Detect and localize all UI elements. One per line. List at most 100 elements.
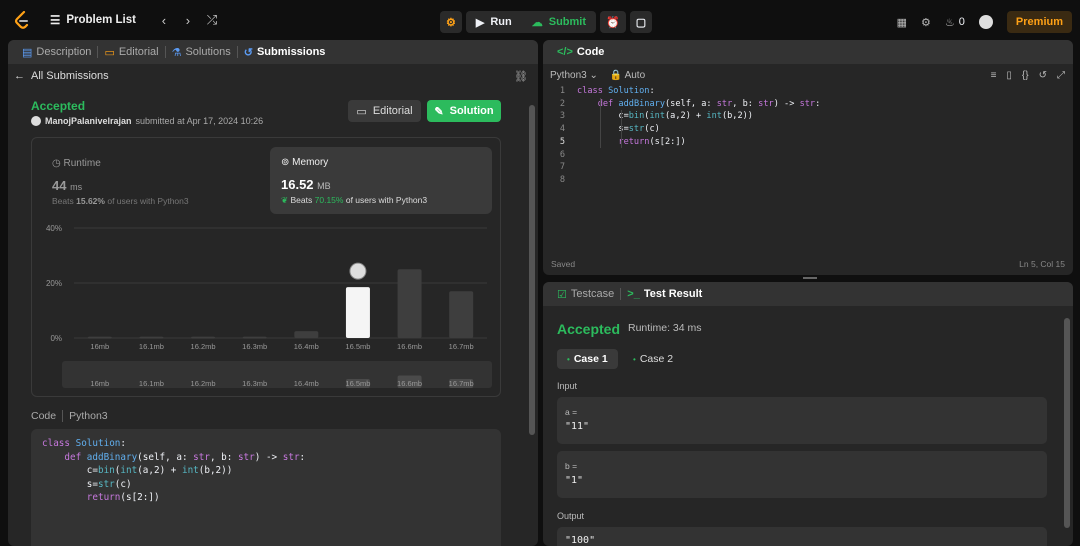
panel-resize-handle[interactable] (803, 277, 817, 279)
scrollbar-thumb[interactable] (529, 105, 535, 435)
terminal-icon: >_ (627, 288, 640, 300)
test-result-panel: ☑ Testcase >_ Test Result Accepted Runtime… (543, 282, 1073, 546)
result-scrollbar[interactable] (1063, 310, 1071, 546)
editor-actions: ≡ ▯ {} ↺ ⤢ (991, 70, 1065, 81)
output-label: Output (557, 511, 585, 521)
case-2-tab[interactable]: • Case 2 (623, 349, 683, 369)
play-icon: ▶ (475, 16, 485, 29)
timer-button[interactable]: ⏰ (600, 11, 626, 33)
prev-problem-chevron-left-icon[interactable]: ‹ (152, 13, 176, 28)
book-icon: ▭ (356, 105, 367, 118)
shuffle-icon[interactable]: ⤮ (200, 12, 224, 28)
memory-card[interactable]: ⊚ Memory 16.52 MB ❦ Beats 70.15% of user… (270, 147, 492, 214)
user-avatar-marker (349, 262, 367, 280)
left-tab-bar: ▤ Description ▭ Editorial ⚗ Solutions ↺ Subm… (8, 40, 538, 64)
username[interactable]: ManojPalanivelrajan (45, 116, 132, 126)
submission-meta: ManojPalanivelrajan submitted at Apr 17,… (31, 116, 263, 126)
run-button[interactable]: ▶ Run (466, 11, 522, 33)
output-box: "100" (557, 527, 1047, 546)
memory-beats: ❦ Beats 70.15% of users with Python3 (281, 195, 428, 205)
list-icon: ☰ (50, 15, 61, 27)
submit-button[interactable]: ☁ Submit (522, 11, 596, 33)
bar (397, 269, 422, 338)
tab-description[interactable]: ▤ Description (16, 46, 97, 59)
tab-submissions[interactable]: ↺ Submissions (238, 46, 332, 59)
flask-icon: ⚗ (171, 46, 182, 59)
edit-icon: ✎ (434, 105, 444, 118)
code-section-header: Code Python3 (31, 410, 108, 422)
line-number: 2 (559, 98, 565, 109)
left-scrollbar[interactable] (528, 90, 536, 540)
line-number: 4 (559, 124, 565, 135)
scrollbar-thumb[interactable] (1064, 318, 1070, 528)
post-solution-button[interactable]: ✎ Solution (427, 100, 501, 122)
book-icon: ▭ (104, 46, 115, 59)
all-submissions-link[interactable]: ← All Submissions (14, 70, 109, 82)
premium-button[interactable]: Premium (1006, 11, 1072, 33)
tab-test-result[interactable]: >_ Test Result (621, 288, 708, 300)
next-problem-chevron-right-icon[interactable]: › (176, 13, 200, 28)
line-number: 7 (559, 162, 565, 173)
settings-gear-icon[interactable]: ⚙ (921, 16, 931, 29)
user-avatar[interactable] (978, 15, 993, 29)
problem-list-button[interactable]: ☰ Problem List (50, 13, 136, 27)
cursor-position: Ln 5, Col 15 (1019, 259, 1065, 269)
reset-icon[interactable]: ↺ (1039, 70, 1047, 81)
pass-dot-icon: • (633, 354, 636, 364)
line-number: 1 (559, 86, 565, 96)
result-tab-bar: ☑ Testcase >_ Test Result (543, 282, 1073, 306)
code-line: class Solution: (42, 438, 126, 449)
language-select[interactable]: Python3 ⌄ (550, 70, 598, 81)
editorial-button[interactable]: ▭ Editorial (348, 100, 421, 122)
share-link-icon[interactable]: ⛓ (514, 70, 528, 83)
bar (294, 331, 319, 338)
auto-mode-toggle[interactable]: 🔒 Auto (610, 70, 645, 81)
notes-button[interactable]: ▢ (629, 11, 653, 33)
bar (345, 287, 370, 338)
editor-code-line: class Solution: (577, 86, 655, 96)
code-line: def addBinary(self, a: str, b: str) -> s… (64, 451, 306, 463)
bookmark-icon[interactable]: ▯ (1006, 70, 1012, 81)
overview-strip (62, 361, 492, 388)
checkbox-icon: ☑ (557, 288, 567, 301)
run-submit-group: ▶ Run ☁ Submit (465, 11, 597, 33)
submitted-code-block[interactable]: class Solution: def addBinary(self, a: s… (31, 429, 501, 546)
chevron-down-icon: ⌄ (589, 70, 598, 81)
code-line: s=str(c) (42, 478, 132, 490)
x-tick-label: 16mb (90, 342, 109, 351)
tab-code[interactable]: </> Code (551, 46, 610, 58)
tab-editorial[interactable]: ▭ Editorial (98, 46, 164, 59)
runtime-beats: Beats 15.62% of users with Python3 (52, 196, 189, 206)
bar (191, 336, 216, 339)
streak-counter[interactable]: ♨ 0 (945, 16, 965, 29)
memory-distribution-chart[interactable]: 40% 20% 0% 16mb 16.1mb 16.2mb 16.3mb 16.4mb 16.5… (32, 218, 502, 398)
lock-icon: 🔒 (609, 70, 623, 81)
layout-grid-icon[interactable]: ▦ (897, 16, 907, 29)
indent-guide (620, 110, 622, 149)
case-1-tab[interactable]: • Case 1 (557, 349, 618, 369)
runtime-title[interactable]: ◷ Runtime (52, 158, 101, 169)
editor-code-line: return(s[2:]) (618, 136, 686, 147)
tab-solutions[interactable]: ⚗ Solutions (166, 46, 237, 59)
submission-status: Accepted (31, 99, 86, 113)
divider (62, 410, 64, 422)
leetcode-logo-icon[interactable] (12, 10, 32, 30)
line-number: 3 (559, 111, 565, 122)
cloud-upload-icon: ☁ (531, 16, 543, 29)
debug-bug-button[interactable]: ⚙ (440, 11, 462, 33)
overview-tick-label: 16.1mb (139, 379, 164, 388)
code-editor[interactable]: 1 class Solution: 2 def addBinary(self, a:… (543, 85, 1073, 245)
x-tick-label: 16.4mb (294, 342, 319, 351)
format-icon[interactable]: ≡ (991, 70, 997, 81)
overview-tick-label: 16.4mb (294, 379, 319, 388)
overview-tick-label: 16mb (90, 379, 109, 388)
save-status: Saved (551, 259, 576, 269)
top-bar: ☰ Problem List ‹ › ⤮ ⚙ ▶ Run ☁ Submit ⏰ … (0, 0, 1080, 40)
braces-icon[interactable]: {} (1022, 70, 1029, 81)
performance-stats: ◷ Runtime 44 ms Beats 15.62% of users wi… (31, 137, 501, 397)
overview-tick-label: 16.6mb (397, 379, 422, 388)
indent-guide (599, 97, 601, 149)
fullscreen-icon[interactable]: ⤢ (1057, 70, 1065, 81)
bar (242, 336, 267, 339)
tab-testcase[interactable]: ☑ Testcase (551, 288, 620, 301)
